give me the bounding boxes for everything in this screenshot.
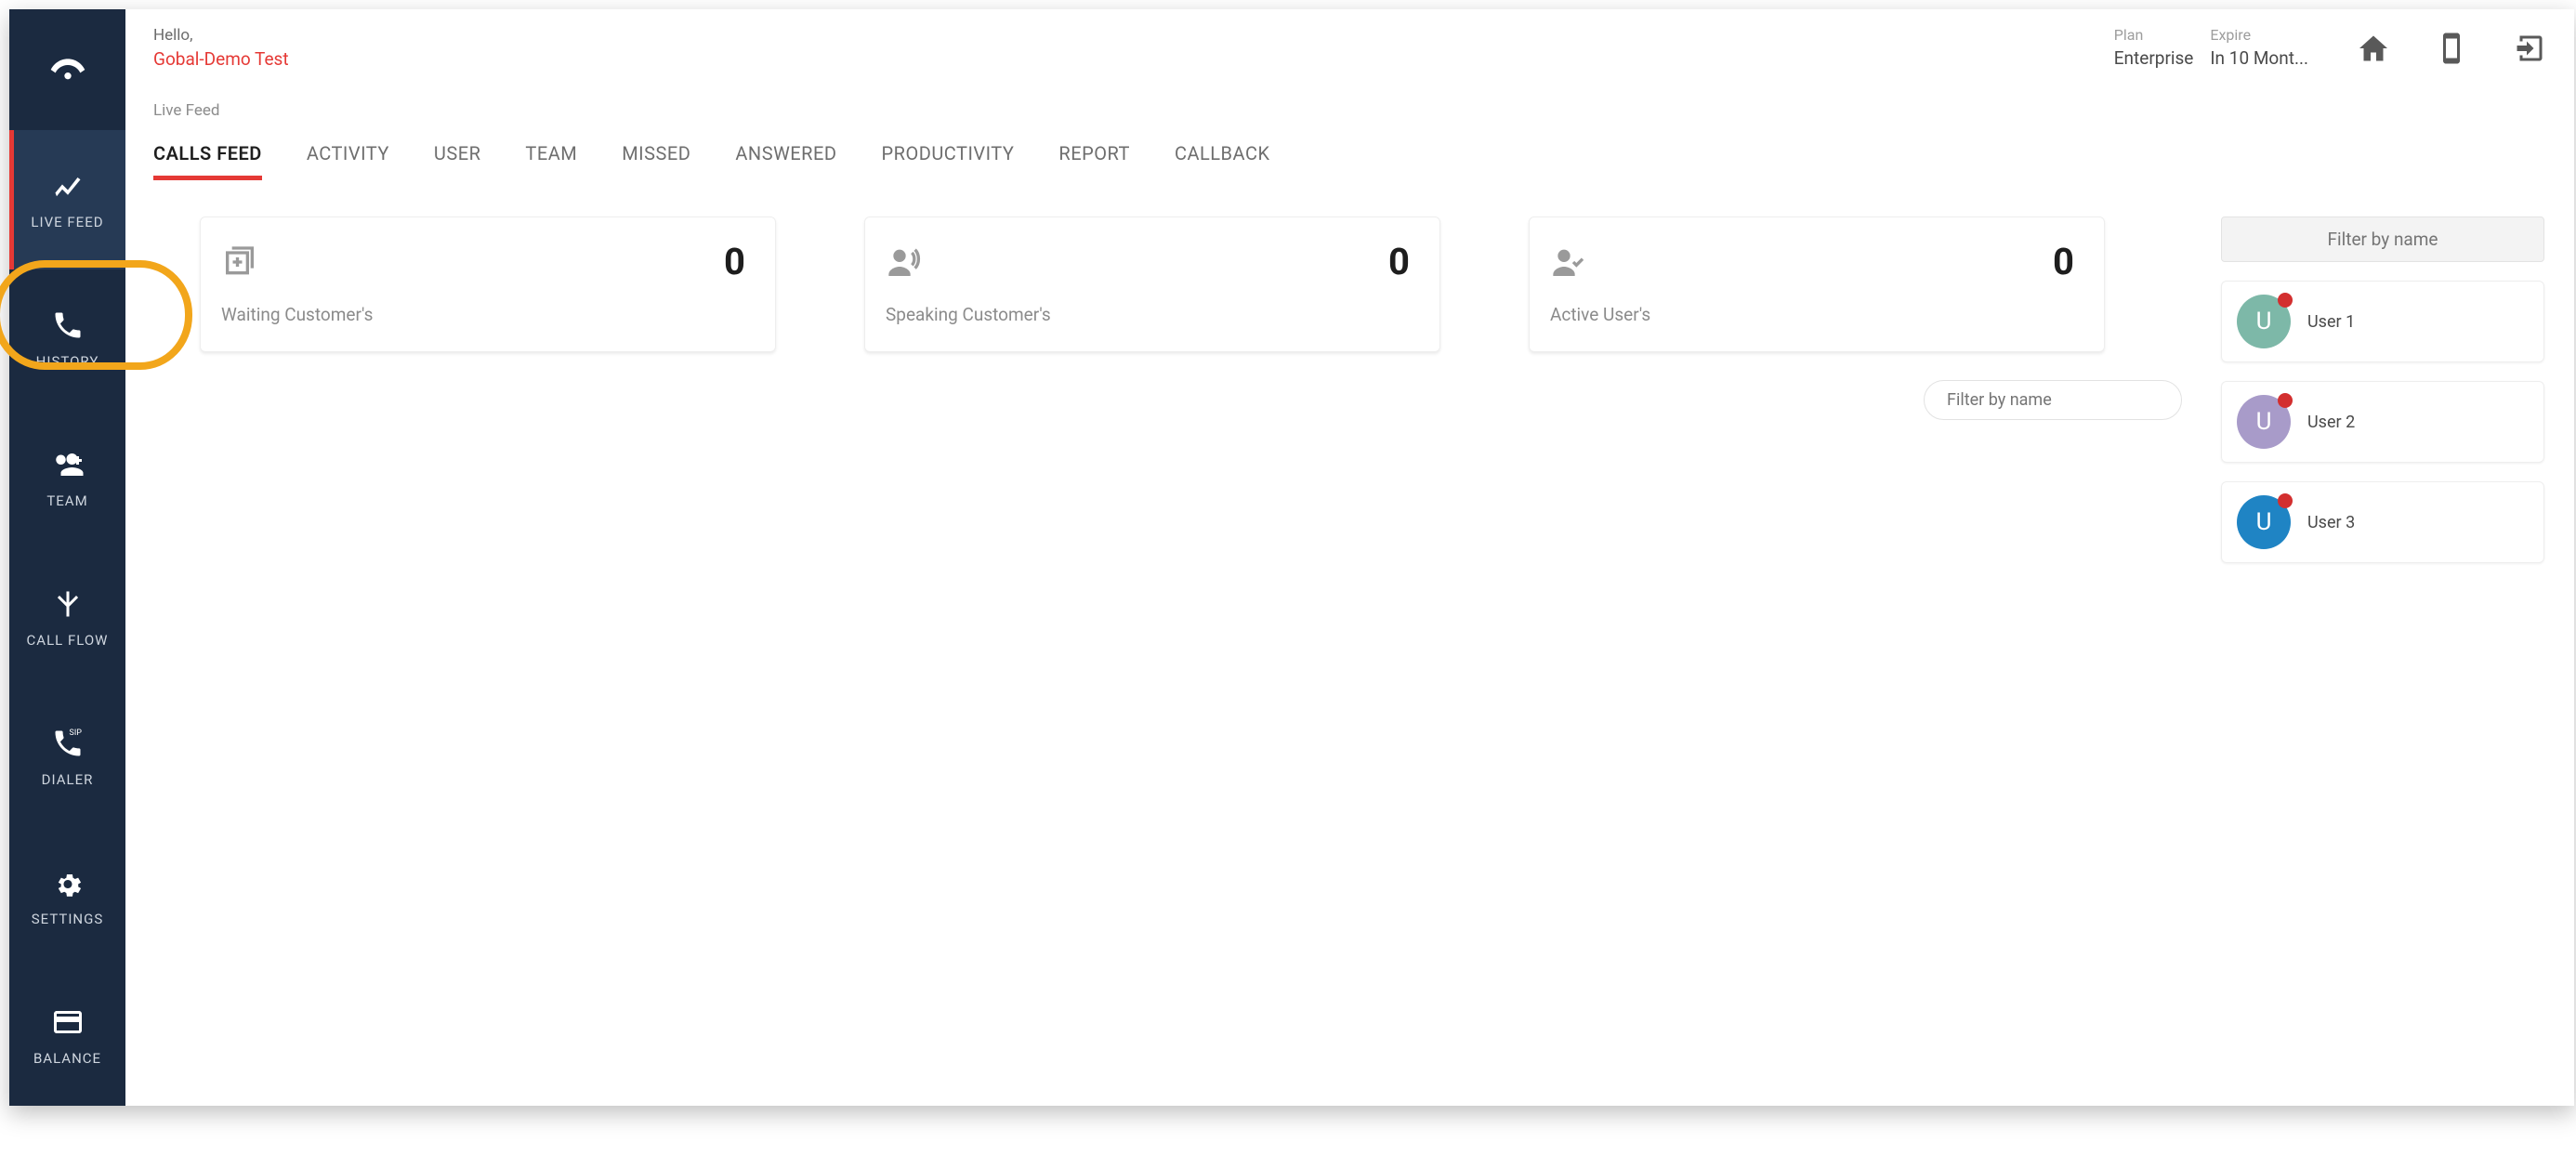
sidebar-item-history[interactable]: HISTORY — [9, 269, 125, 409]
stat-label: Waiting Customer's — [221, 304, 745, 325]
sidebar-item-live-feed[interactable]: LIVE FEED — [9, 130, 125, 269]
stat-label: Speaking Customer's — [886, 304, 1410, 325]
plan-value: Enterprise — [2114, 47, 2194, 69]
plan-label: Plan — [2114, 26, 2194, 44]
sidebar-item-label: LIVE FEED — [31, 214, 103, 230]
svg-text:SIP: SIP — [69, 728, 82, 738]
phone-icon — [51, 308, 85, 342]
queue-plus-icon — [221, 243, 258, 281]
greeting: Hello, Gobal-Demo Test — [153, 26, 289, 70]
expire-value: In 10 Mont... — [2210, 47, 2308, 69]
greeting-hello: Hello, — [153, 26, 289, 45]
content-area: 0 Waiting Customer's 0 Speaking Customer… — [125, 181, 2574, 1106]
credit-card-icon — [51, 1005, 85, 1039]
sidebar-item-call-flow[interactable]: CALL FLOW — [9, 548, 125, 688]
stat-value: 0 — [724, 240, 745, 283]
stat-value: 0 — [1388, 240, 1410, 283]
breadcrumb: Live Feed — [125, 73, 2574, 124]
sidebar-item-label: SETTINGS — [32, 911, 104, 927]
phone-sip-icon: SIP — [51, 727, 85, 760]
tab-user[interactable]: USER — [434, 135, 481, 180]
user-name: User 2 — [2307, 413, 2355, 432]
status-dot — [2278, 493, 2293, 508]
tab-report[interactable]: REPORT — [1058, 135, 1130, 180]
stat-card-waiting: 0 Waiting Customer's — [200, 217, 776, 352]
stat-card-speaking: 0 Speaking Customer's — [864, 217, 1440, 352]
tab-productivity[interactable]: PRODUCTIVITY — [882, 135, 1015, 180]
sidebar-item-balance[interactable]: BALANCE — [9, 966, 125, 1106]
stats-row: 0 Waiting Customer's 0 Speaking Customer… — [200, 217, 2184, 352]
sidebar-item-label: HISTORY — [36, 353, 99, 370]
tab-missed[interactable]: MISSED — [622, 135, 690, 180]
stats-column: 0 Waiting Customer's 0 Speaking Customer… — [200, 217, 2184, 1106]
expire-meta: Expire In 10 Mont... — [2210, 26, 2308, 69]
filter-by-name-top[interactable] — [2221, 217, 2544, 262]
tab-calls-feed[interactable]: CALLS FEED — [153, 135, 262, 180]
greeting-org: Gobal-Demo Test — [153, 48, 289, 70]
gear-icon — [51, 866, 85, 899]
stat-value: 0 — [2053, 240, 2074, 283]
sidebar-item-label: CALL FLOW — [27, 632, 109, 649]
users-panel: U User 1 U User 2 U User 3 — [2221, 217, 2544, 1106]
app-shell: LIVE FEED HISTORY TEAM CALL FLOW SIP DIA… — [9, 9, 2574, 1106]
sidebar-item-dialer[interactable]: SIP DIALER — [9, 688, 125, 827]
home-icon[interactable] — [2357, 32, 2390, 65]
avatar: U — [2237, 395, 2291, 449]
sidebar-item-label: TEAM — [46, 492, 87, 509]
app-logo — [9, 9, 125, 130]
people-plus-icon — [51, 448, 85, 481]
user-item[interactable]: U User 3 — [2221, 481, 2544, 563]
header-right: Plan Enterprise Expire In 10 Mont... — [2114, 26, 2546, 69]
avatar: U — [2237, 495, 2291, 549]
header-icons — [2357, 32, 2546, 65]
user-item[interactable]: U User 2 — [2221, 381, 2544, 463]
main-content: Hello, Gobal-Demo Test Plan Enterprise E… — [125, 9, 2574, 1106]
header: Hello, Gobal-Demo Test Plan Enterprise E… — [125, 9, 2574, 73]
sidebar-item-label: BALANCE — [33, 1050, 101, 1067]
header-meta: Plan Enterprise Expire In 10 Mont... — [2114, 26, 2308, 69]
sidebar-item-label: DIALER — [42, 771, 94, 788]
mobile-icon[interactable] — [2435, 32, 2468, 65]
tab-activity[interactable]: ACTIVITY — [307, 135, 389, 180]
plan-meta: Plan Enterprise — [2114, 26, 2194, 69]
split-arrows-icon — [51, 587, 85, 621]
user-name: User 3 — [2307, 513, 2355, 532]
stat-label: Active User's — [1550, 304, 2074, 325]
tab-team[interactable]: TEAM — [525, 135, 577, 180]
tab-answered[interactable]: ANSWERED — [735, 135, 836, 180]
avatar: U — [2237, 295, 2291, 348]
filter-row — [200, 352, 2184, 420]
user-item[interactable]: U User 1 — [2221, 281, 2544, 362]
status-dot — [2278, 293, 2293, 308]
status-dot — [2278, 393, 2293, 408]
tabs: CALLS FEED ACTIVITY USER TEAM MISSED ANS… — [125, 124, 2574, 181]
sidebar-item-team[interactable]: TEAM — [9, 409, 125, 548]
sidebar-item-settings[interactable]: SETTINGS — [9, 827, 125, 966]
logout-icon[interactable] — [2513, 32, 2546, 65]
filter-by-name-chip[interactable] — [1924, 380, 2182, 420]
sidebar: LIVE FEED HISTORY TEAM CALL FLOW SIP DIA… — [9, 9, 125, 1106]
chart-line-icon — [51, 169, 85, 203]
stat-card-active: 0 Active User's — [1529, 217, 2105, 352]
voice-icon — [886, 243, 923, 281]
tab-callback[interactable]: CALLBACK — [1175, 135, 1270, 180]
user-check-icon — [1550, 243, 1587, 281]
expire-label: Expire — [2210, 26, 2308, 44]
user-name: User 1 — [2307, 312, 2355, 332]
